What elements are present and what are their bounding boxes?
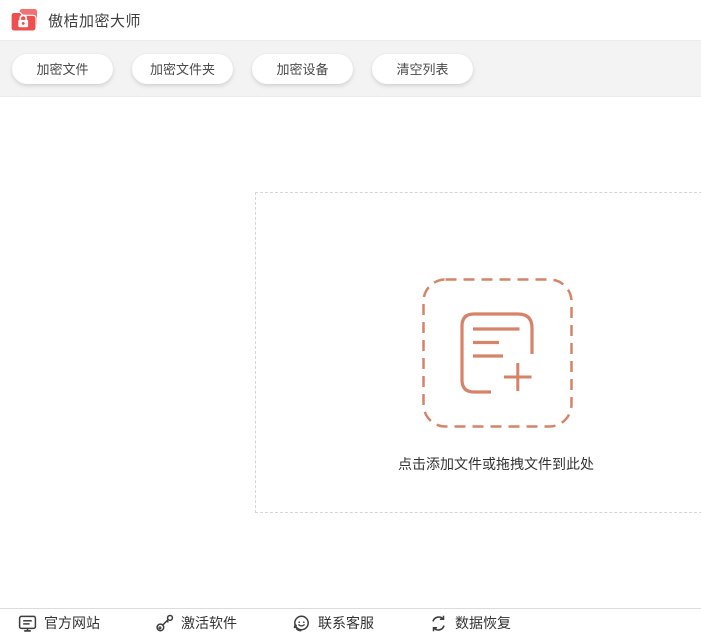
add-files-box[interactable] — [422, 278, 573, 428]
titlebar: 傲桔加密大师 — [0, 0, 701, 41]
footer-item-contact-support[interactable]: 联系客服 — [292, 613, 374, 633]
main-area: 点击添加文件或拖拽文件到此处 — [0, 97, 701, 608]
footer-item-label: 激活软件 — [181, 613, 237, 633]
footer: 官方网站 激活软件 联系客服 — [0, 608, 701, 637]
key-icon — [155, 614, 174, 633]
app-title: 傲桔加密大师 — [48, 10, 141, 31]
dropzone-hint: 点击添加文件或拖拽文件到此处 — [256, 454, 701, 474]
customer-service-icon — [292, 614, 311, 633]
clear-list-button[interactable]: 清空列表 — [372, 54, 473, 84]
file-dropzone[interactable]: 点击添加文件或拖拽文件到此处 — [255, 192, 701, 513]
toolbar: 加密文件 加密文件夹 加密设备 清空列表 — [0, 41, 701, 97]
footer-item-data-recovery[interactable]: 数据恢复 — [429, 613, 511, 633]
locked-folder-icon — [10, 8, 39, 33]
footer-item-label: 官方网站 — [44, 613, 100, 633]
encrypt-file-button[interactable]: 加密文件 — [12, 54, 113, 84]
monitor-icon — [18, 614, 37, 633]
encrypt-folder-button[interactable]: 加密文件夹 — [132, 54, 233, 84]
footer-item-official-website[interactable]: 官方网站 — [18, 613, 100, 633]
footer-item-activate-software[interactable]: 激活软件 — [155, 613, 237, 633]
add-document-icon — [460, 312, 534, 394]
footer-item-label: 数据恢复 — [455, 613, 511, 633]
footer-item-label: 联系客服 — [318, 613, 374, 633]
refresh-icon — [429, 614, 448, 633]
encrypt-device-button[interactable]: 加密设备 — [252, 54, 353, 84]
